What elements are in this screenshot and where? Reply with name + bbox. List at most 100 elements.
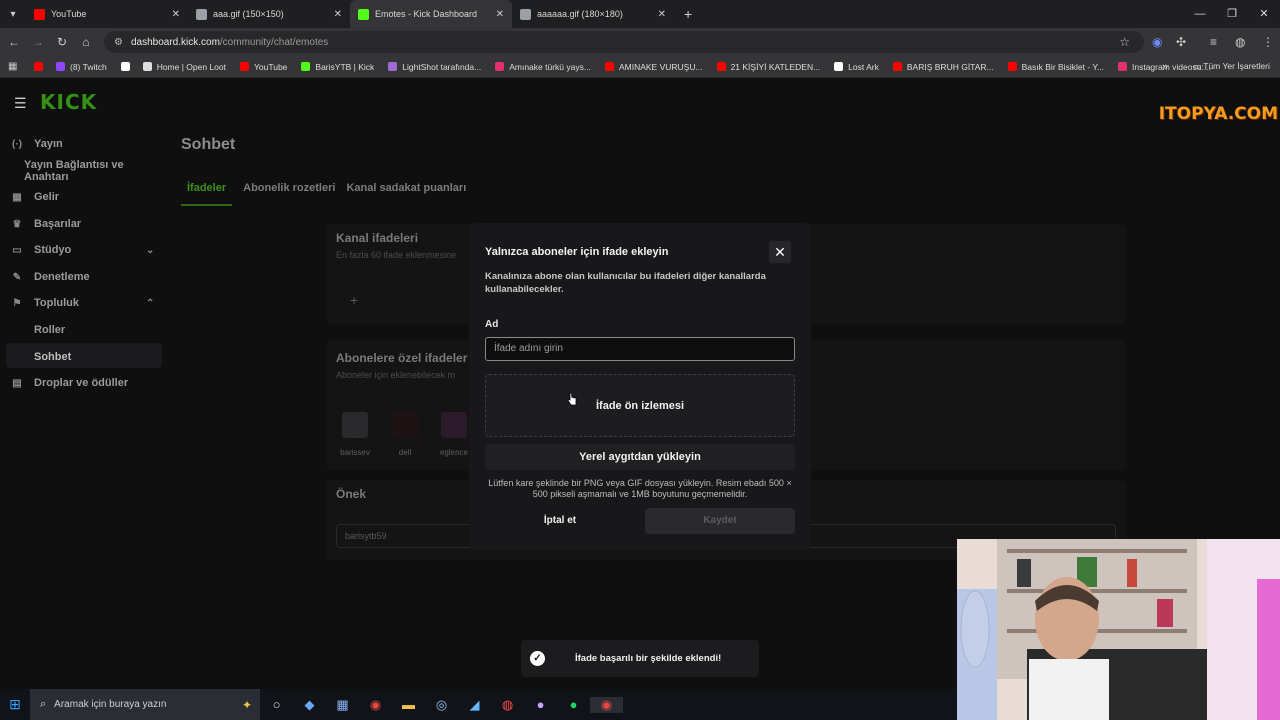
- windows-start-icon[interactable]: ⊞: [0, 696, 30, 713]
- browser-tab[interactable]: Emotes - Kick Dashboard ✕: [350, 0, 512, 28]
- revenue-icon: ▦: [12, 191, 22, 203]
- apps-grid-icon[interactable]: ▦: [8, 61, 20, 72]
- forward-icon[interactable]: →: [26, 35, 50, 49]
- app2-icon[interactable]: ◢: [458, 697, 491, 713]
- sidebar-item[interactable]: Sohbet: [34, 346, 71, 368]
- extensions-puzzle-icon[interactable]: ✣: [1176, 28, 1186, 56]
- bookmarks-more[interactable]: »: [1162, 61, 1168, 73]
- close-icon[interactable]: ✕: [769, 241, 791, 263]
- url-input[interactable]: ⚙ dashboard.kick.com/community/chat/emot…: [104, 31, 1144, 53]
- app-icon[interactable]: ◆: [293, 697, 326, 713]
- bookmark-star-icon[interactable]: ☆: [1119, 35, 1130, 49]
- emote-name-input[interactable]: İfade adını girin: [485, 337, 795, 361]
- sidebar-item[interactable]: ⚑ Topluluk ⌃: [10, 292, 155, 314]
- cancel-button[interactable]: İptal et: [485, 508, 635, 534]
- sidebar-item[interactable]: Roller: [34, 319, 65, 341]
- tab-title: Emotes - Kick Dashboard: [375, 9, 478, 19]
- kick-logo[interactable]: KICK: [40, 90, 97, 114]
- emote-item[interactable]: barissev: [335, 412, 375, 457]
- sidebar-item-label: Denetleme: [34, 271, 90, 283]
- bookmark-item[interactable]: [120, 62, 135, 71]
- spotify-icon[interactable]: ●: [557, 697, 590, 712]
- chrome-active-icon[interactable]: ◉: [590, 696, 623, 713]
- tab-loyalty-points[interactable]: Kanal sadakat puanları: [346, 182, 466, 206]
- profile-icon[interactable]: ◍: [1235, 28, 1245, 56]
- window-controls: — ❐ ✕: [1184, 0, 1280, 28]
- bookmark-favicon-icon: [56, 62, 65, 71]
- bookmark-item[interactable]: 21 KİŞİYİ KATLEDEN...: [716, 61, 821, 72]
- back-icon[interactable]: ←: [2, 35, 26, 49]
- name-label: Ad: [485, 319, 499, 330]
- new-tab-button[interactable]: +: [684, 6, 692, 22]
- tab-favicon-icon: [358, 8, 369, 20]
- emote-item[interactable]: dell: [385, 412, 425, 457]
- bookmark-label: 21 KİŞİYİ KATLEDEN...: [730, 61, 821, 72]
- browser-tab[interactable]: aaaaaa.gif (180×180) ✕: [512, 0, 674, 28]
- emote-preview-dropzone[interactable]: İfade ön izlemesi: [485, 374, 795, 437]
- game-app-icon[interactable]: ◍: [491, 697, 524, 713]
- sidebar-item[interactable]: ▤ Droplar ve ödüller: [10, 372, 128, 394]
- emote-item[interactable]: eglence: [434, 412, 474, 457]
- tab-sub-badges[interactable]: Abonelik rozetleri: [243, 182, 335, 206]
- steam-icon[interactable]: ◎: [425, 697, 458, 713]
- sidebar-item[interactable]: ▭ Stüdyo ⌄: [10, 239, 154, 261]
- hamburger-menu-icon[interactable]: ☰: [14, 95, 27, 112]
- emote-thumbnail: [392, 412, 418, 438]
- extension-icon[interactable]: ◉: [1152, 28, 1162, 56]
- browser-tab[interactable]: aaa.gif (150×150) ✕: [188, 0, 350, 28]
- tab-close-icon[interactable]: ✕: [658, 9, 666, 20]
- tab-close-icon[interactable]: ✕: [334, 9, 342, 20]
- chrome-icon[interactable]: ◉: [359, 697, 392, 713]
- bookmark-item[interactable]: Amınake türkü yays...: [495, 62, 591, 72]
- sidebar-item[interactable]: ✎ Denetleme: [10, 266, 90, 288]
- add-emote-icon[interactable]: +: [350, 292, 358, 308]
- home-icon[interactable]: ⌂: [74, 35, 98, 49]
- sidebar-item[interactable]: (·) Yayın: [10, 133, 63, 155]
- bookmark-item[interactable]: AMINAKE VURUŞU...: [604, 62, 703, 72]
- calculator-icon[interactable]: ▦: [326, 697, 359, 713]
- chevron-up-icon[interactable]: ⌃: [146, 298, 154, 309]
- restore-icon[interactable]: ❐: [1216, 0, 1248, 28]
- sidebar-item[interactable]: ▦ Gelir: [10, 186, 59, 208]
- sidebar-item[interactable]: Yayın Bağlantısı ve Anahtarı: [24, 159, 170, 183]
- sidebar-item[interactable]: ♛ Başarılar: [10, 213, 82, 235]
- menu-kebab-icon[interactable]: ⋮: [1262, 28, 1274, 56]
- bookmark-label: (8) Twitch: [70, 61, 107, 72]
- bookmark-item[interactable]: [34, 62, 48, 71]
- chat-tabs: İfadeler Abonelik rozetleri Kanal sadaka…: [181, 182, 477, 206]
- tab-close-icon[interactable]: ✕: [496, 9, 504, 20]
- hand-cursor-icon: [567, 392, 577, 406]
- tab-close-icon[interactable]: ✕: [172, 9, 180, 20]
- bookmark-item[interactable]: BARIŞ BRUH GİTAR...: [892, 62, 994, 72]
- media-icon[interactable]: ≡: [1210, 28, 1217, 56]
- save-button[interactable]: Kaydet: [645, 508, 795, 534]
- tab-emotes[interactable]: İfadeler: [181, 182, 233, 206]
- bookmark-label: YouTube: [254, 61, 288, 72]
- bookmark-item[interactable]: YouTube: [240, 62, 287, 72]
- tab-search-icon[interactable]: ▾: [0, 0, 26, 28]
- all-bookmarks[interactable]: ▭ Tüm Yer İşaretleri: [1193, 61, 1270, 72]
- bookmark-item[interactable]: (8) Twitch: [56, 62, 107, 72]
- prefix-title: Önek: [336, 487, 367, 501]
- discord-icon[interactable]: ●: [524, 697, 557, 712]
- bookmark-item[interactable]: Home | Open Loot: [142, 62, 226, 72]
- file-explorer-icon[interactable]: ▬: [392, 697, 425, 712]
- bookmark-label: LightShot tarafında...: [402, 61, 482, 72]
- browser-tab[interactable]: YouTube ✕: [26, 0, 188, 28]
- reload-icon[interactable]: ↻: [50, 35, 74, 49]
- close-window-icon[interactable]: ✕: [1248, 0, 1280, 28]
- toast-message: İfade başarılı bir şekilde eklendi!: [575, 653, 722, 664]
- taskbar-search-input[interactable]: ⌕ Aramak için buraya yazın ✦: [30, 689, 260, 720]
- bookmark-item[interactable]: Lost Ark: [834, 62, 879, 72]
- site-info-icon[interactable]: ⚙: [114, 37, 123, 48]
- chevron-down-icon[interactable]: ⌄: [146, 245, 154, 256]
- bookmark-item[interactable]: Basık Bir Bisiklet - Y...: [1007, 62, 1104, 72]
- bookmark-favicon-icon: [1118, 62, 1127, 71]
- emote-thumbnail: [441, 412, 467, 438]
- minimize-icon[interactable]: —: [1184, 0, 1216, 28]
- bookmark-item[interactable]: BarisYTB | Kick: [301, 62, 374, 72]
- upload-local-button[interactable]: Yerel aygıtdan yükleyin: [485, 444, 795, 470]
- bookmark-item[interactable]: LightShot tarafında...: [388, 62, 481, 72]
- task-view-icon[interactable]: ○: [260, 697, 293, 712]
- bookmarks-bar: ▦ (8) Twitch Home | Open Loot YouTube Baris…: [0, 56, 1280, 78]
